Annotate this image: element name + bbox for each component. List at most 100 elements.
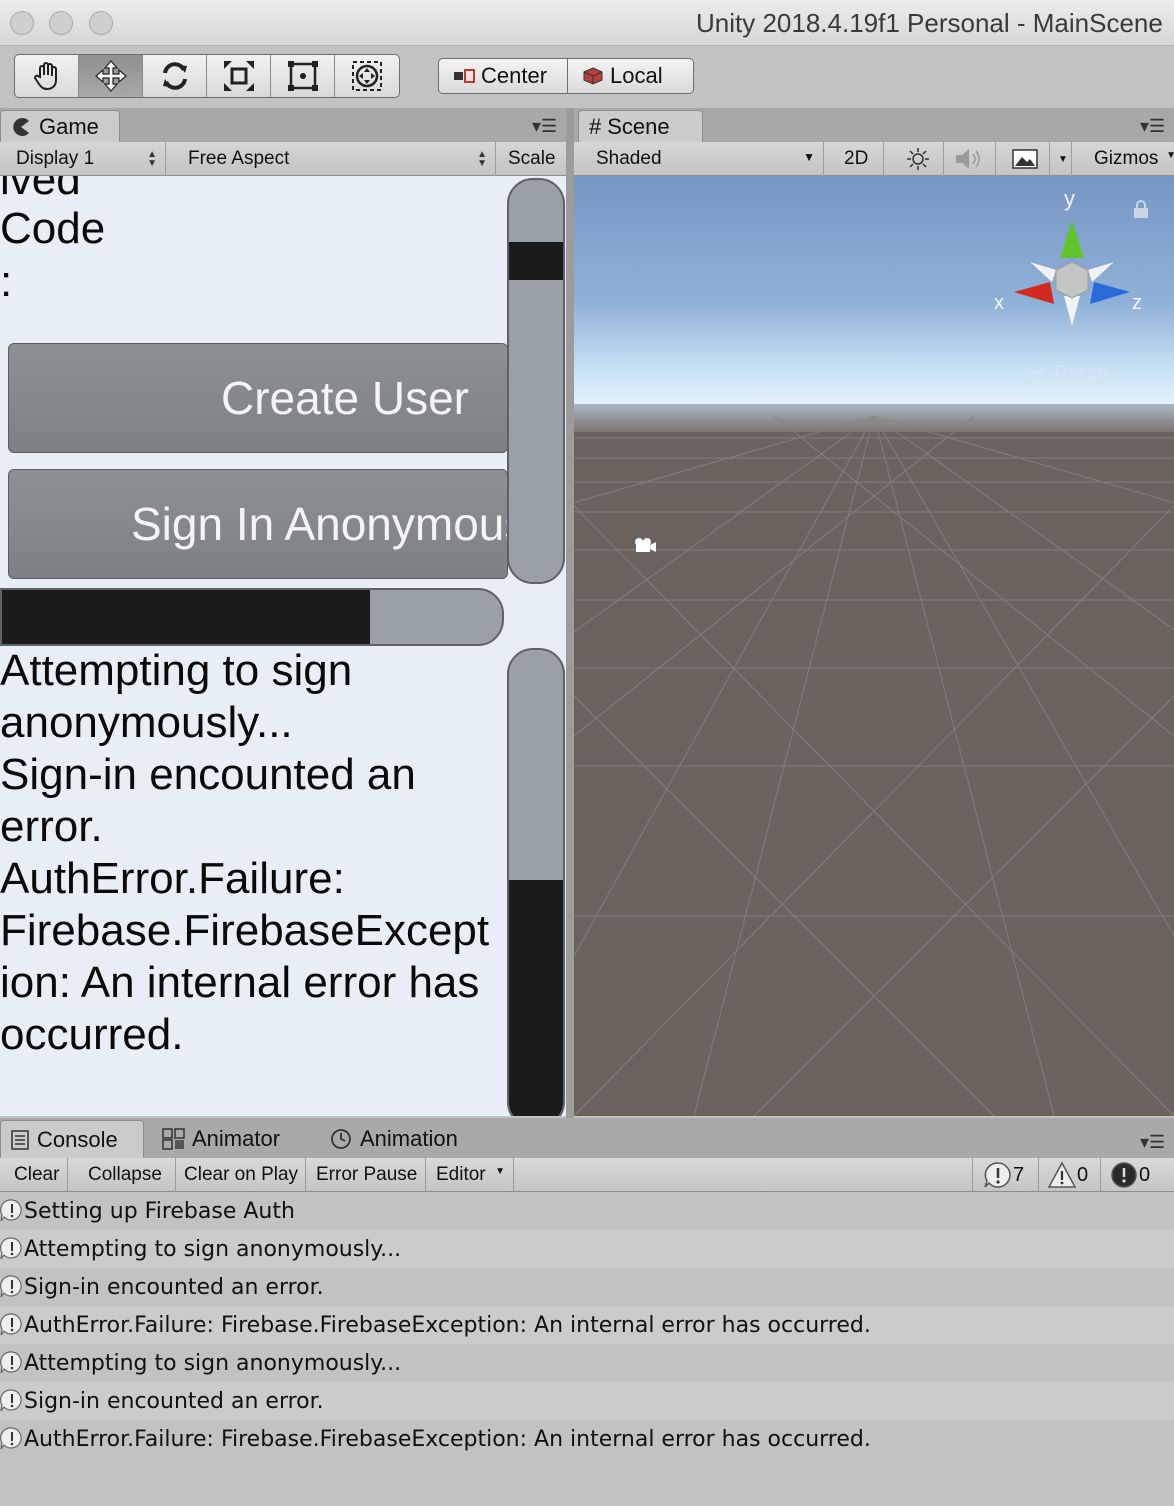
tab-animator[interactable]: Animator [152, 1120, 312, 1158]
tab-game[interactable]: Game [0, 110, 120, 142]
shading-mode-dropdown[interactable]: Shaded ▼ [584, 142, 824, 176]
log-entry[interactable]: Sign-in encounted an error. [0, 1268, 1174, 1306]
tab-console-label: Console [37, 1126, 118, 1152]
pacman-icon [13, 117, 29, 136]
gizmos-dropdown[interactable]: Gizmos ▼ [1084, 142, 1174, 176]
scale-slider-label[interactable]: Scale [498, 142, 566, 176]
scale-label: Scale [508, 148, 556, 169]
log-message: Sign-in encounted an error. [24, 1388, 324, 1414]
display-dropdown[interactable]: Display 1 ▲ ▼ [0, 142, 166, 176]
error-pause-button[interactable]: Error Pause [308, 1158, 426, 1192]
panel-splitter[interactable] [566, 108, 574, 1118]
display-dropdown-label: Display 1 [16, 148, 95, 169]
received-code-colon: : [0, 257, 13, 306]
upper-vertical-scrollbar[interactable] [507, 178, 565, 584]
lower-vertical-scrollbar[interactable] [507, 648, 565, 1116]
scene-view[interactable]: y x z Persp [574, 176, 1174, 1116]
main-toolbar: Center Local [0, 46, 1174, 108]
info-message-icon [0, 1237, 22, 1260]
collapse-label: Collapse [88, 1164, 162, 1185]
horizontal-scrollbar-handle[interactable] [2, 590, 370, 644]
scene-panel-menu-icon[interactable]: ▾☰ [1140, 116, 1165, 137]
transform-tool-button[interactable] [335, 55, 399, 97]
sign-in-anonymously-label: Sign In Anonymous [131, 498, 508, 550]
rect-transform-icon [287, 61, 318, 91]
updown-icon: ▲ ▼ [147, 149, 157, 169]
log-message: Attempting to sign anonymously... [24, 1350, 402, 1376]
console-log-list: Setting up Firebase Auth Attempting to s… [0, 1192, 1174, 1506]
shading-mode-label: Shaded [596, 148, 662, 169]
pivot-local-button[interactable]: Local [567, 58, 694, 94]
pivot-center-button[interactable]: Center [438, 58, 568, 94]
persp-label[interactable]: Persp [1054, 362, 1109, 386]
gizmo-axis-z-label: z [1132, 292, 1142, 314]
zoom-window-button[interactable] [89, 11, 113, 35]
scene-effects-dropdown[interactable]: ▼ [1050, 142, 1072, 176]
info-message-icon [0, 1427, 22, 1450]
output-line: error. [0, 802, 103, 851]
info-message-icon [0, 1275, 22, 1298]
game-view-toolbar: Display 1 ▲ ▼ Free Aspect ▲ ▼ Scale [0, 142, 566, 176]
log-entry[interactable]: AuthError.Failure: Firebase.FirebaseExce… [0, 1420, 1174, 1458]
window-title: Unity 2018.4.19f1 Personal - MainScene [696, 8, 1163, 38]
tab-animation[interactable]: Animation [320, 1120, 490, 1158]
output-line: Attempting to sign [0, 646, 353, 695]
log-entry[interactable]: Setting up Firebase Auth [0, 1192, 1174, 1230]
horizontal-scrollbar[interactable] [0, 588, 504, 646]
info-message-icon [0, 1313, 22, 1336]
output-line: anonymously... [0, 698, 293, 747]
rotate-tool-button[interactable] [143, 55, 207, 97]
gizmos-label: Gizmos [1094, 148, 1159, 169]
log-message: Attempting to sign anonymously... [24, 1236, 402, 1262]
speaker-icon [956, 149, 980, 169]
game-panel-menu-icon[interactable]: ▾☰ [532, 116, 557, 137]
move-tool-button[interactable] [79, 55, 143, 97]
hand-tool-button[interactable] [15, 55, 79, 97]
scale-tool-button[interactable] [207, 55, 271, 97]
info-count-toggle[interactable]: 7 [972, 1158, 1036, 1192]
collapse-button[interactable]: Collapse [80, 1158, 176, 1192]
create-user-button[interactable]: Create User [8, 343, 508, 453]
warning-icon [1047, 1161, 1077, 1188]
aspect-dropdown[interactable]: Free Aspect ▲ ▼ [174, 142, 496, 176]
log-message: AuthError.Failure: Firebase.FirebaseExce… [24, 1312, 871, 1338]
tab-scene[interactable]: # Scene [578, 110, 703, 142]
toggle-2d-button[interactable]: 2D [836, 142, 884, 176]
scene-audio-button[interactable] [944, 142, 996, 176]
lower-scrollbar-handle[interactable] [509, 880, 563, 1116]
updown-icon: ▲ ▼ [477, 149, 487, 169]
tab-animator-label: Animator [192, 1126, 281, 1151]
pivot-local-label: Local [610, 63, 663, 88]
error-count-toggle[interactable]: 0 [1100, 1158, 1162, 1192]
combined-transform-icon [352, 61, 382, 91]
error-count: 0 [1139, 1163, 1151, 1186]
upper-scrollbar-handle[interactable] [509, 242, 563, 280]
log-entry[interactable]: Attempting to sign anonymously... [0, 1344, 1174, 1382]
clear-on-play-button[interactable]: Clear on Play [176, 1158, 306, 1192]
editor-dropdown[interactable]: Editor ▼ [428, 1158, 514, 1192]
tab-animation-label: Animation [360, 1126, 458, 1151]
info-count: 7 [1013, 1163, 1025, 1186]
game-tabstrip: Game ▾☰ [0, 108, 566, 142]
editor-label: Editor [436, 1164, 486, 1185]
received-code-text: Code [0, 204, 106, 253]
animator-icon [162, 1128, 185, 1150]
scene-effects-button[interactable] [1002, 142, 1050, 176]
log-entry[interactable]: Sign-in encounted an error. [0, 1382, 1174, 1420]
scene-lighting-button[interactable] [892, 142, 944, 176]
close-window-button[interactable] [10, 11, 34, 35]
dropdown-caret-icon: ▼ [495, 1166, 505, 1177]
log-message: AuthError.Failure: Firebase.FirebaseExce… [24, 1426, 871, 1452]
log-message: Setting up Firebase Auth [24, 1198, 295, 1224]
log-entry[interactable]: AuthError.Failure: Firebase.FirebaseExce… [0, 1306, 1174, 1344]
minimize-window-button[interactable] [49, 11, 73, 35]
console-panel-menu-icon[interactable]: ▾☰ [1140, 1132, 1165, 1153]
pivot-center-label: Center [481, 63, 548, 88]
tab-console[interactable]: Console [0, 1120, 144, 1158]
scale-icon [223, 61, 254, 91]
warning-count-toggle[interactable]: 0 [1038, 1158, 1098, 1192]
clear-button[interactable]: Clear [6, 1158, 68, 1192]
log-entry[interactable]: Attempting to sign anonymously... [0, 1230, 1174, 1268]
sign-in-anonymously-button[interactable]: Sign In Anonymous [8, 469, 508, 579]
rect-tool-button[interactable] [271, 55, 335, 97]
